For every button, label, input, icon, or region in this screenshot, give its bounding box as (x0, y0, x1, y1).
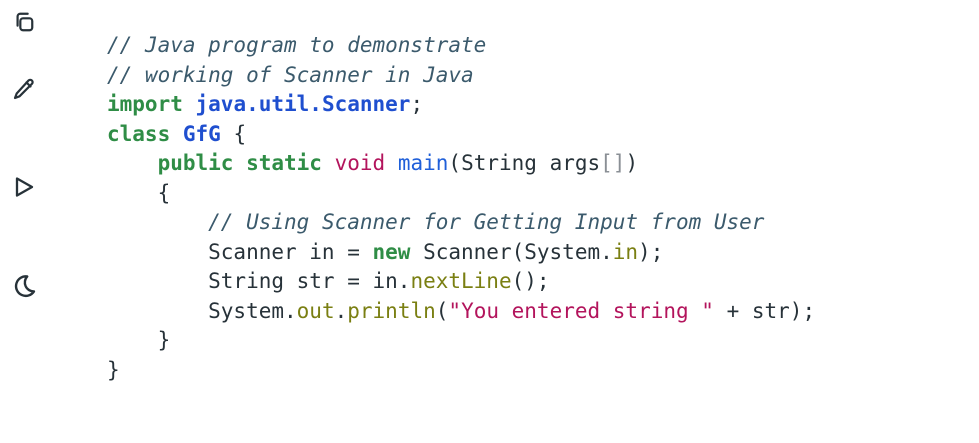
code-token-field: println (347, 298, 436, 323)
code-line: } (107, 356, 815, 386)
code-token-plain: ; (410, 92, 424, 116)
code-token-comment: // working of Scanner in Java (107, 62, 474, 87)
code-token-plain: { (220, 121, 247, 146)
code-token-plain: . (334, 298, 348, 323)
code-token-field: nextLine (410, 269, 512, 293)
code-token-string: "You entered string " (448, 298, 714, 323)
code-token-method: main (397, 151, 449, 175)
code-line: import java.util.Scanner; (107, 90, 815, 120)
code-toolbar (0, 0, 64, 443)
code-token-plain: ) (625, 151, 639, 175)
play-icon (15, 177, 34, 197)
code-token-plain: { (107, 180, 171, 205)
code-token-plain: } (107, 328, 171, 352)
code-token-keyword: public (157, 151, 234, 175)
code-token-classname: GfG (182, 121, 221, 146)
code-token-plain: ); (638, 239, 664, 264)
code-token-keyword: class (107, 121, 171, 146)
code-token-plain: ( (435, 298, 449, 323)
code-line: // working of Scanner in Java (107, 61, 815, 91)
code-line: System.out.println("You entered string "… (107, 297, 815, 327)
code-token-keyword: import (107, 92, 183, 116)
pencil-icon (13, 78, 34, 100)
code-block: // Java program to demonstrate // working… (107, 31, 815, 385)
code-token-type: void (334, 151, 386, 175)
code-token-plain: + str); (713, 298, 816, 323)
code-token-package: java.util.Scanner (195, 92, 411, 116)
code-line: class GfG { (107, 120, 815, 150)
edit-button[interactable] (8, 73, 40, 105)
code-line: { (107, 179, 815, 209)
code-token-plain: System. (107, 298, 297, 323)
code-token-plain: } (107, 357, 120, 382)
copy-button[interactable] (8, 6, 40, 38)
moon-icon (14, 275, 36, 298)
code-line: // Using Scanner for Getting Input from … (107, 208, 815, 238)
code-token-field: in (612, 239, 639, 264)
copy-icon (16, 12, 34, 32)
code-token-field: out (296, 298, 335, 323)
code-line: } (107, 326, 815, 356)
code-line: public static void main(String args[]) (107, 149, 815, 179)
code-token-comment: // Java program to demonstrate (107, 33, 487, 57)
code-token-bracket: [] (600, 151, 626, 175)
code-token-plain: (); (511, 269, 550, 293)
theme-toggle-button[interactable] (8, 270, 40, 302)
code-line: String str = in.nextLine(); (107, 267, 815, 297)
code-token-plain: (String args (448, 151, 601, 175)
code-token-plain: String str = in. (107, 269, 411, 293)
code-token-keyword: new (372, 239, 411, 264)
code-token-plain: Scanner(System. (410, 239, 613, 264)
code-token-keyword: static (246, 151, 322, 175)
run-button[interactable] (8, 171, 40, 203)
code-token-comment: // Using Scanner for Getting Input from … (208, 210, 765, 234)
code-line: Scanner in = new Scanner(System.in); (107, 238, 815, 268)
code-token-plain: Scanner in = (107, 239, 373, 264)
code-line: // Java program to demonstrate (107, 31, 815, 61)
